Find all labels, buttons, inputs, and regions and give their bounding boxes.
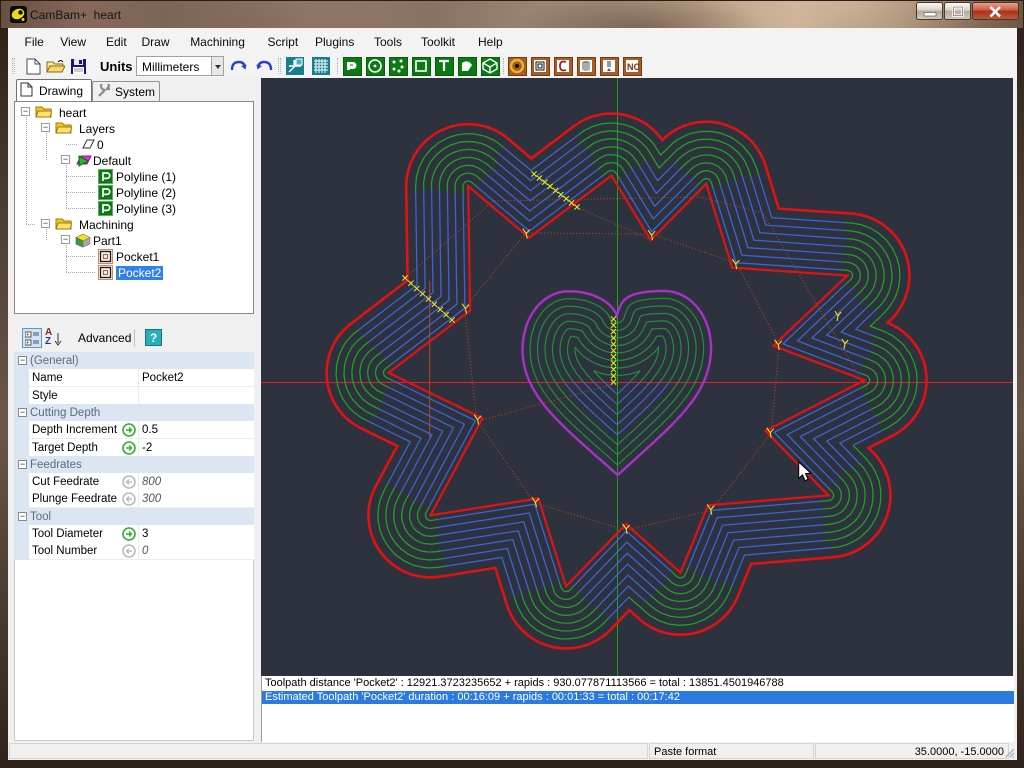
svg-text:NC: NC bbox=[627, 62, 640, 72]
